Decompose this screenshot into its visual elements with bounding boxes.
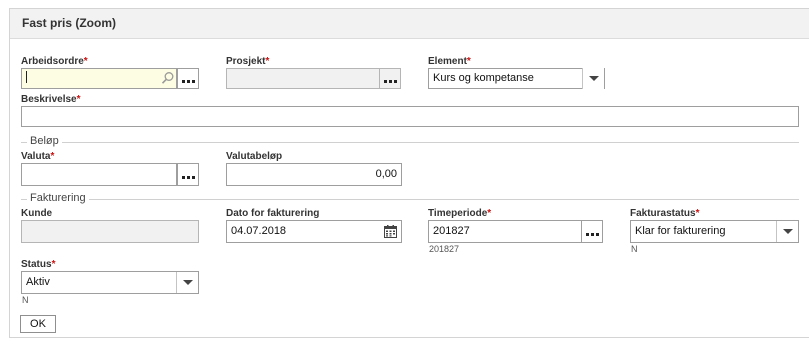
arbeidsordre-label: Arbeidsordre*: [21, 56, 88, 67]
beskrivelse-label: Beskrivelse*: [21, 94, 81, 105]
chevron-down-icon: [589, 76, 599, 81]
arbeidsordre-lookup-button[interactable]: [177, 68, 199, 89]
text-cursor: [26, 71, 27, 84]
valuta-lookup-button[interactable]: [177, 163, 199, 186]
timeperiode-sub-value: 201827: [429, 244, 460, 254]
status-select[interactable]: Aktiv: [21, 271, 199, 294]
ok-button[interactable]: OK: [20, 315, 56, 333]
status-label: Status*: [21, 259, 56, 270]
kunde-label: Kunde: [21, 208, 53, 219]
prosjekt-lookup-button: [379, 68, 401, 89]
chevron-down-icon: [183, 280, 193, 285]
belop-section-label: Beløp: [27, 135, 62, 147]
status-value: Aktiv: [26, 276, 50, 288]
status-sub-value: N: [22, 295, 29, 305]
status-dropdown-button[interactable]: [176, 272, 198, 293]
fakturastatus-value: Klar for fakturering: [635, 225, 726, 237]
dato-input[interactable]: 04.07.2018: [226, 220, 402, 243]
kunde-input: [21, 220, 199, 243]
belop-divider: [21, 142, 799, 143]
fast-pris-panel: Fast pris (Zoom) Arbeidsordre* Prosjekt*…: [9, 8, 809, 338]
ellipsis-icon: [182, 80, 195, 83]
timeperiode-input[interactable]: 201827: [428, 220, 582, 243]
dato-label: Dato for fakturering: [226, 208, 320, 219]
fakturering-section-label: Fakturering: [27, 192, 89, 204]
fakturastatus-select[interactable]: Klar for fakturering: [630, 220, 799, 243]
arbeidsordre-input[interactable]: [21, 68, 177, 89]
valutabelop-label: Valutabeløp: [226, 151, 283, 162]
element-select[interactable]: Kurs og kompetanse: [428, 68, 605, 89]
valuta-label: Valuta*: [21, 151, 55, 162]
element-value: Kurs og kompetanse: [433, 72, 534, 84]
fakturering-divider: [21, 199, 799, 200]
ellipsis-icon: [586, 233, 599, 236]
valuta-input[interactable]: [21, 163, 177, 186]
valutabelop-input[interactable]: 0,00: [226, 163, 402, 186]
fakturastatus-dropdown-button[interactable]: [776, 221, 798, 242]
calendar-icon[interactable]: [384, 225, 397, 238]
element-label: Element*: [428, 56, 471, 67]
chevron-down-icon: [783, 229, 793, 234]
fakturastatus-sub-value: N: [631, 244, 638, 254]
panel-title: Fast pris (Zoom): [22, 16, 117, 30]
element-dropdown-button[interactable]: [582, 68, 604, 89]
ellipsis-icon: [182, 176, 195, 179]
prosjekt-input: [226, 68, 380, 89]
search-icon[interactable]: [161, 71, 175, 85]
beskrivelse-input[interactable]: [21, 106, 799, 127]
ellipsis-icon: [384, 80, 397, 83]
prosjekt-label: Prosjekt*: [226, 56, 270, 67]
fakturastatus-label: Fakturastatus*: [630, 208, 700, 219]
timeperiode-lookup-button[interactable]: [581, 220, 603, 243]
timeperiode-label: Timeperiode*: [428, 208, 492, 219]
panel-header: Fast pris (Zoom): [10, 9, 809, 39]
